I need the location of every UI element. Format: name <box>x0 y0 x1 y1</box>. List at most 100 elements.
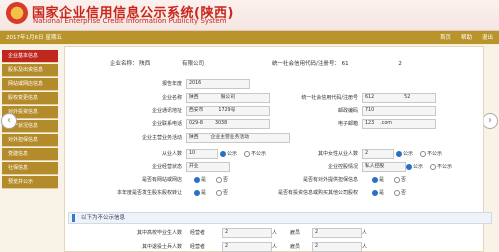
sidebar-item-party[interactable]: 党建信息 <box>2 148 58 161</box>
veterans-employee-input[interactable]: 2 <box>312 242 362 252</box>
phone-input[interactable]: 029-8 3038 <box>186 119 270 129</box>
name-label: 企业名称 <box>161 95 182 101</box>
guarantee-no-radio[interactable]: 否 <box>394 176 406 183</box>
company-suffix: 有限公司 <box>182 61 205 67</box>
transfer-no-radio[interactable]: 否 <box>216 189 228 196</box>
addr-input[interactable]: 西安市 1729号 <box>186 106 270 116</box>
transfer-yes-radio[interactable]: 是 <box>194 189 206 196</box>
graduates-owner-input[interactable]: 2 <box>222 228 272 238</box>
yes-label: 是 <box>201 190 207 196</box>
women-nopublish-radio[interactable]: 不公示 <box>420 150 442 157</box>
publish-label: 公示 <box>403 151 414 157</box>
transfer-label: 本年度是否发生股东股权转让 <box>116 190 182 196</box>
next-arrow-icon[interactable]: › <box>482 113 498 129</box>
zip-label: 邮政编码 <box>337 108 358 114</box>
women-input[interactable]: 2 <box>362 149 394 159</box>
no-label: 否 <box>401 190 407 196</box>
addr-label: 企业通讯地址 <box>151 108 182 114</box>
owner-label: 经营者 <box>190 230 206 236</box>
biz-input[interactable]: 陕西 企业主营业务活动 <box>186 133 290 143</box>
email-input[interactable]: 123 .com <box>362 119 436 129</box>
company-value: 陕西 <box>139 61 151 67</box>
nopublish-label: 不公示 <box>251 151 267 157</box>
website-yes-radio[interactable]: 是 <box>194 176 206 183</box>
website-no-radio[interactable]: 否 <box>216 176 228 183</box>
biz-value: 陕西 <box>189 135 199 140</box>
holding-publish-radio[interactable]: 公示 <box>406 163 423 170</box>
staff-nopublish-radio[interactable]: 不公示 <box>244 150 266 157</box>
holding-select[interactable]: 私人控股 <box>362 162 406 172</box>
private-section-header: 以下为不公示信息 <box>68 212 492 224</box>
radio-icon <box>420 150 426 157</box>
national-emblem-icon <box>6 2 28 24</box>
email-value: 123 <box>365 121 375 126</box>
code-input[interactable]: 612 52 <box>362 93 436 103</box>
radio-icon <box>216 189 222 196</box>
graduates-employee-input[interactable]: 2 <box>312 228 362 238</box>
radio-selected-icon <box>372 176 378 183</box>
name-input[interactable]: 陕西 限公司 <box>186 93 270 103</box>
status-select[interactable]: 开业 <box>186 162 230 172</box>
radio-icon <box>244 150 250 157</box>
holding-nopublish-radio[interactable]: 不公示 <box>430 163 452 170</box>
holding-label: 企业控股情况 <box>327 164 358 170</box>
year-input[interactable]: 2016 <box>186 79 250 89</box>
graduates-row: 经营者 <box>190 229 205 236</box>
no-label: 否 <box>223 190 229 196</box>
nopublish-label: 不公示 <box>427 151 443 157</box>
owner-label: 经营者 <box>190 244 206 250</box>
yes-label: 是 <box>379 190 385 196</box>
biz-label: 企业主营业务活动 <box>141 135 182 141</box>
guarantee-yes-radio[interactable]: 是 <box>372 176 384 183</box>
staff-publish-radio[interactable]: 公示 <box>220 150 237 157</box>
radio-selected-icon <box>194 189 200 196</box>
sidebar-item-guarantee[interactable]: 对外担保信息 <box>2 134 58 147</box>
uscc-label: 统一社会信用代码/注册号： <box>272 61 340 67</box>
addr-value: 西安市 <box>189 108 204 113</box>
sidebar-item-basic-info[interactable]: 企业基本信息 <box>2 50 58 63</box>
section-bar-icon <box>72 214 75 222</box>
help-link[interactable]: 帮助 <box>461 33 472 41</box>
sidebar-item-equity-change[interactable]: 股权变更信息 <box>2 92 58 105</box>
sidebar-item-social-security[interactable]: 社保信息 <box>2 162 58 175</box>
sidebar-item-preview[interactable]: 预览并公示 <box>2 176 58 189</box>
invest-yes-radio[interactable]: 是 <box>372 189 384 196</box>
uscc-row: 统一社会信用代码/注册号： 61 2 <box>272 59 402 67</box>
name-suffix: 限公司 <box>220 95 236 100</box>
radio-icon <box>394 176 400 183</box>
staff-input[interactable]: 10 <box>186 149 218 159</box>
phone-value: 029-8 <box>189 121 203 126</box>
no-label: 否 <box>401 177 407 183</box>
sidebar-item-shareholders[interactable]: 股东及出资信息 <box>2 64 58 77</box>
zip-input[interactable]: 710 <box>362 106 436 116</box>
yes-label: 是 <box>379 177 385 183</box>
graduates-label: 其中高校毕业生人数 <box>136 230 182 236</box>
sidebar-item-websites[interactable]: 网站或网店信息 <box>2 78 58 91</box>
logout-link[interactable]: 退出 <box>482 33 493 41</box>
invest-no-radio[interactable]: 否 <box>394 189 406 196</box>
phone-suffix: 3038 <box>214 121 228 126</box>
website-label: 是否有网站或网店 <box>141 177 182 183</box>
radio-selected-icon <box>194 176 200 183</box>
code-suffix: 52 <box>404 95 411 100</box>
radio-selected-icon <box>406 163 412 170</box>
publish-label: 公示 <box>227 151 238 157</box>
section-title: 以下为不公示信息 <box>81 215 126 221</box>
publish-label: 公示 <box>413 164 424 170</box>
home-link[interactable]: 首页 <box>440 33 451 41</box>
toolbar: 2017年1月6日 星期五 首页 帮助 退出 <box>0 31 499 44</box>
prev-arrow-icon[interactable]: ‹ <box>1 113 17 129</box>
invest-label: 是否有投资信息或购买其他公司股权 <box>277 190 358 196</box>
code-label: 统一社会信用代码/注册号 <box>301 95 358 101</box>
employee-label: 雇员 <box>290 244 301 250</box>
veterans-owner-input[interactable]: 2 <box>222 242 272 252</box>
company-label: 企业名称： <box>110 61 138 67</box>
staff-label: 从业人数 <box>161 151 182 157</box>
women-publish-radio[interactable]: 公示 <box>396 150 413 157</box>
biz-suffix: 企业主营业务活动 <box>210 135 249 140</box>
header: 国家企业信用信息公示系统(陕西) National Enterprise Cre… <box>0 0 499 31</box>
unit-label: 人 <box>362 230 368 236</box>
unit-label: 人 <box>362 244 368 250</box>
uscc-suffix: 2 <box>398 61 402 67</box>
radio-icon <box>430 163 436 170</box>
